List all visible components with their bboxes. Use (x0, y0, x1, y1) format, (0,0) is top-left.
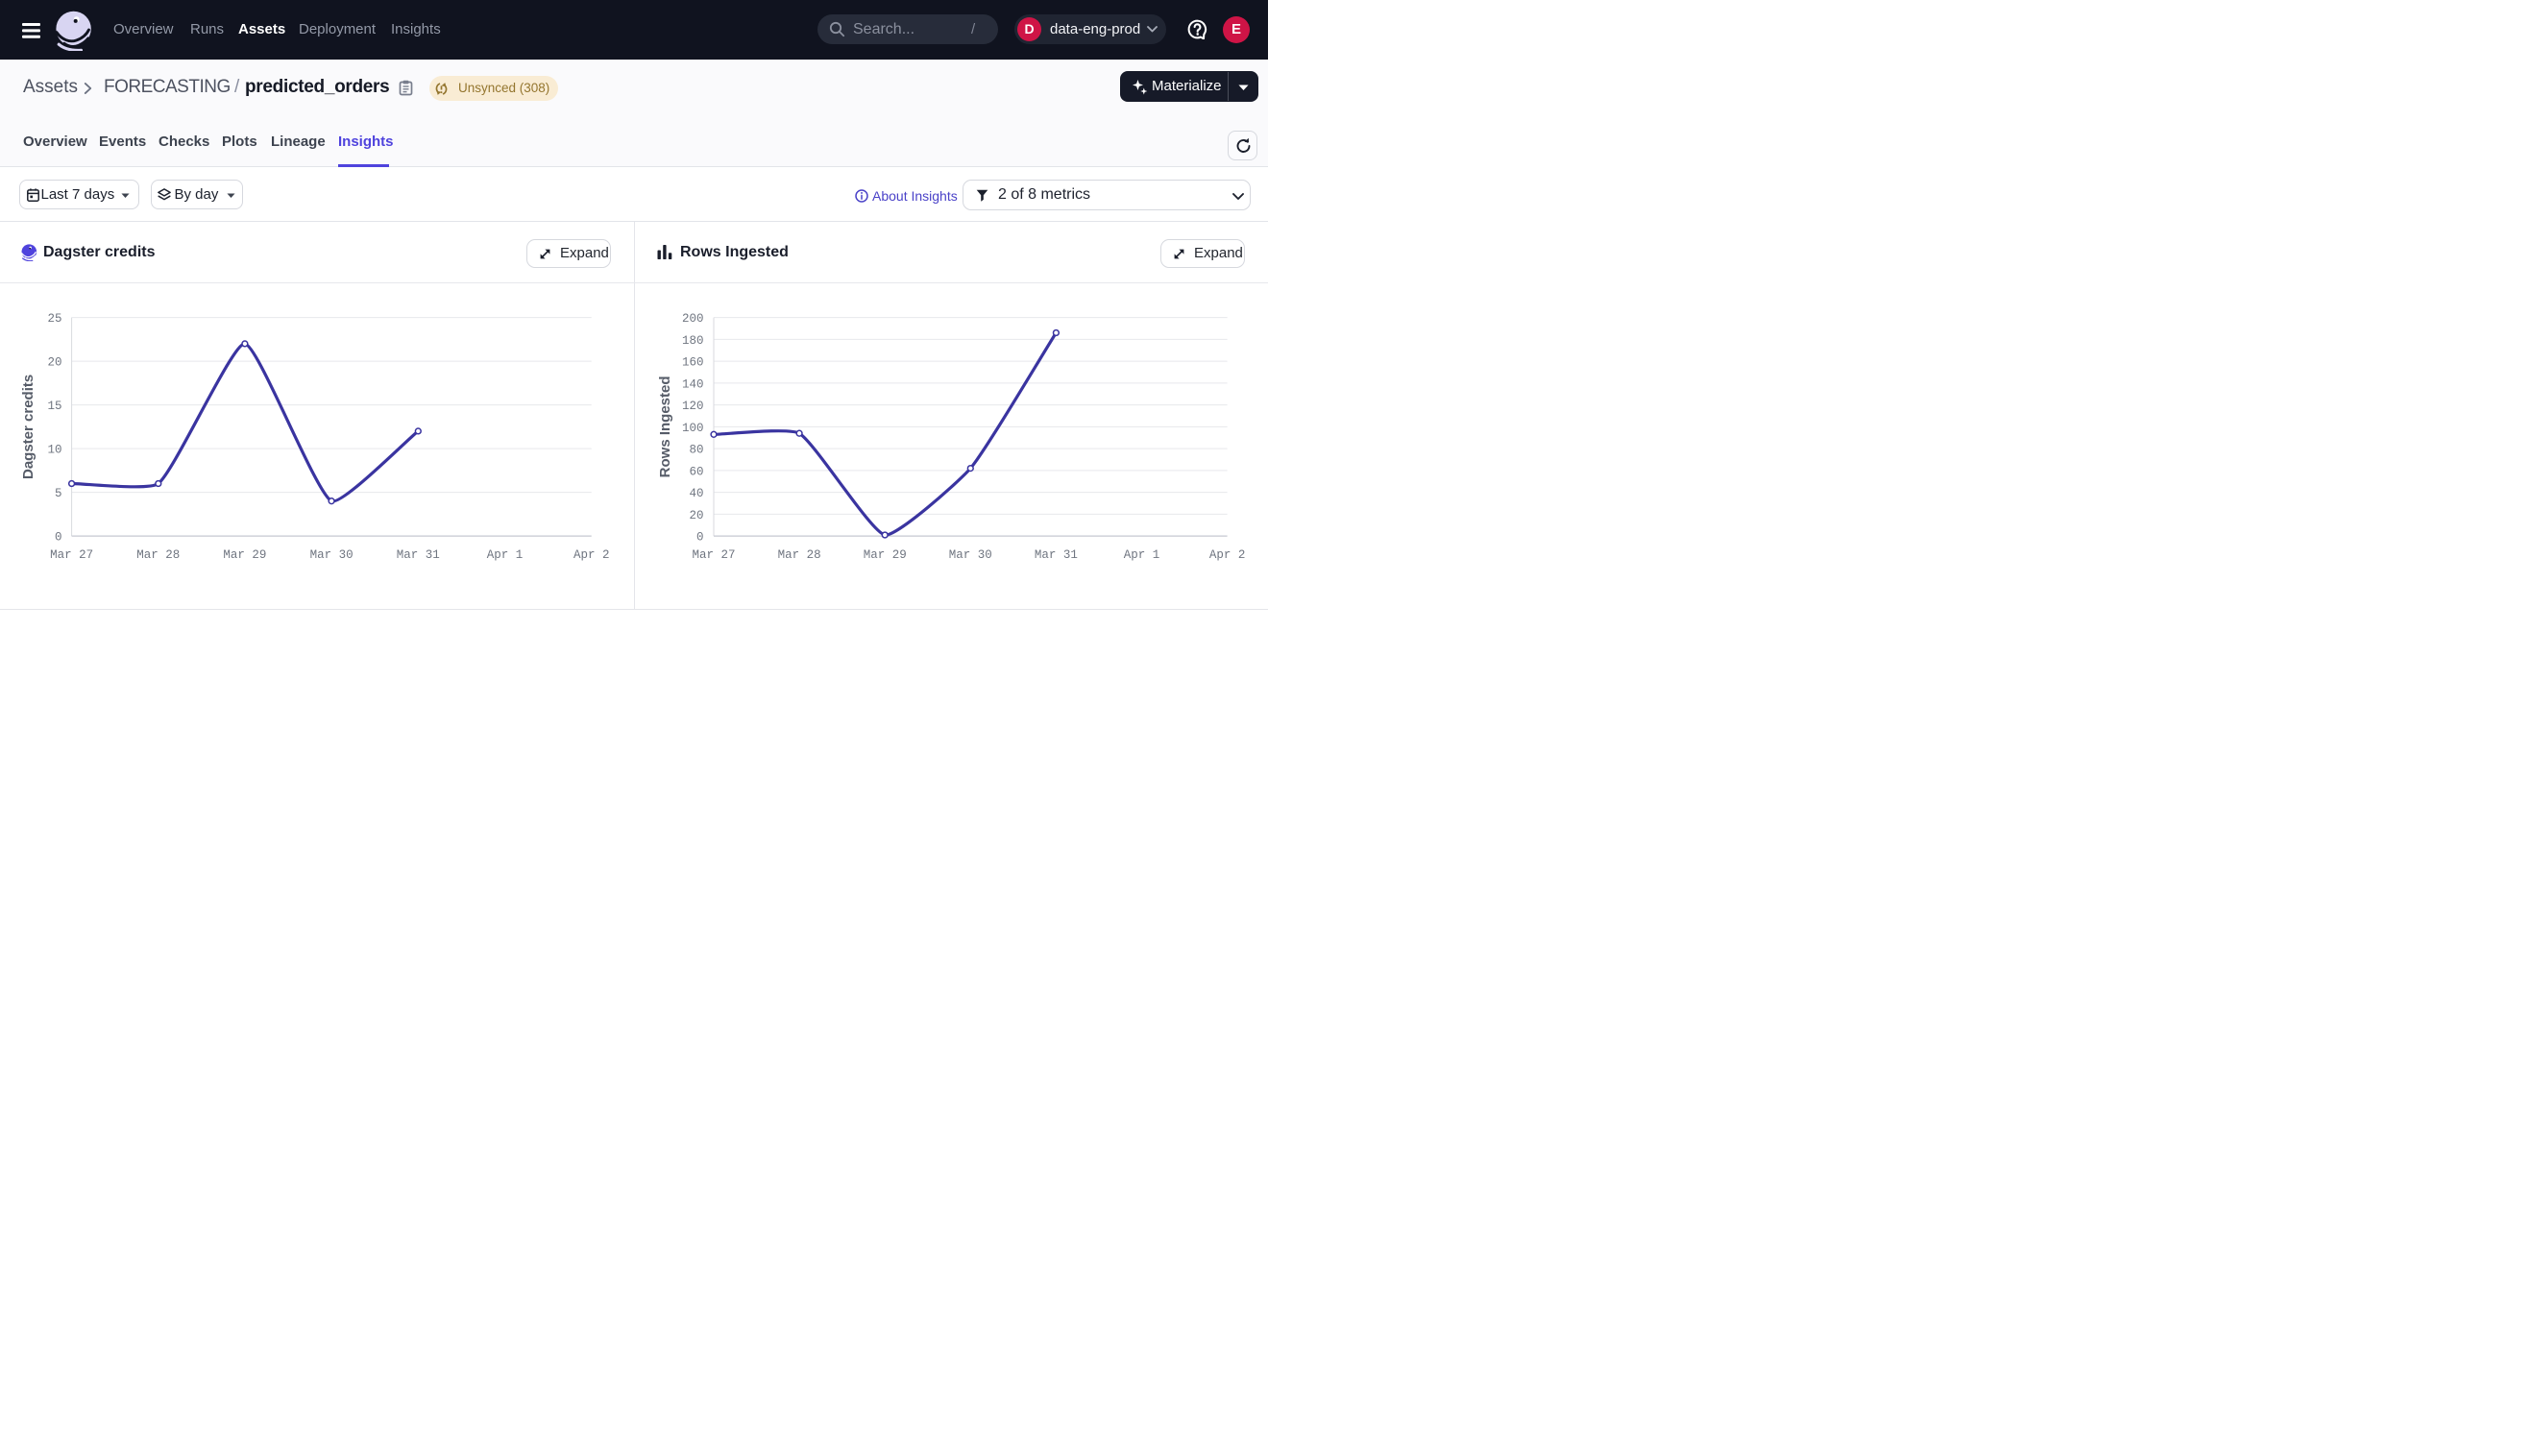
svg-text:Mar 30: Mar 30 (949, 548, 992, 562)
svg-text:Mar 28: Mar 28 (778, 548, 821, 562)
svg-text:160: 160 (682, 356, 704, 370)
svg-text:20: 20 (47, 356, 61, 370)
svg-text:Rows Ingested: Rows Ingested (657, 376, 673, 477)
svg-text:Apr 2: Apr 2 (1209, 548, 1246, 562)
svg-text:40: 40 (689, 487, 703, 500)
svg-text:25: 25 (47, 312, 61, 326)
svg-text:Apr 1: Apr 1 (1124, 548, 1160, 562)
svg-text:80: 80 (689, 444, 703, 457)
svg-text:Apr 2: Apr 2 (573, 548, 610, 562)
svg-text:Mar 27: Mar 27 (50, 548, 93, 562)
svg-text:Dagster credits: Dagster credits (20, 375, 37, 479)
svg-text:140: 140 (682, 377, 704, 391)
svg-text:15: 15 (47, 400, 61, 413)
svg-text:0: 0 (55, 531, 62, 545)
svg-text:120: 120 (682, 400, 704, 413)
svg-text:20: 20 (689, 509, 703, 522)
svg-text:Mar 30: Mar 30 (310, 548, 354, 562)
svg-text:Apr 1: Apr 1 (487, 548, 524, 562)
svg-text:10: 10 (47, 444, 61, 457)
svg-text:5: 5 (55, 487, 62, 500)
svg-text:Mar 31: Mar 31 (1035, 548, 1078, 562)
svg-text:Mar 29: Mar 29 (864, 548, 907, 562)
svg-text:Mar 29: Mar 29 (223, 548, 266, 562)
svg-text:180: 180 (682, 334, 704, 348)
svg-text:0: 0 (696, 531, 704, 545)
svg-text:200: 200 (682, 312, 704, 326)
svg-text:60: 60 (689, 465, 703, 478)
svg-text:Mar 27: Mar 27 (692, 548, 735, 562)
svg-text:Mar 31: Mar 31 (397, 548, 440, 562)
svg-text:Mar 28: Mar 28 (136, 548, 180, 562)
svg-text:100: 100 (682, 422, 704, 435)
